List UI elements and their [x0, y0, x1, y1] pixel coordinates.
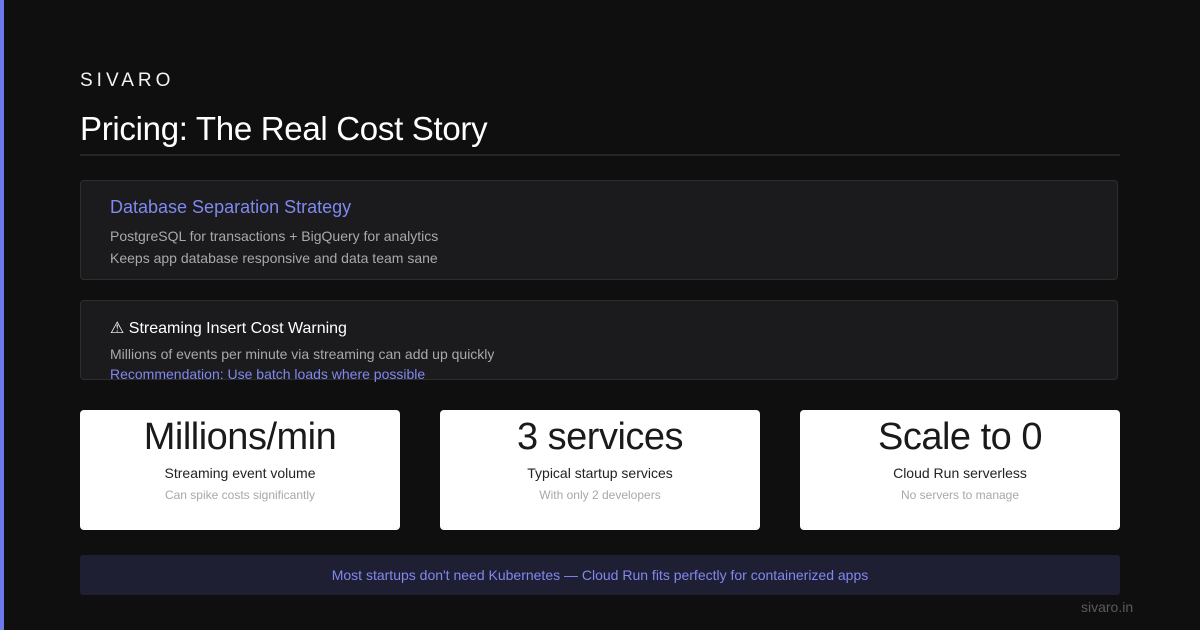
card-line: PostgreSQL for transactions + BigQuery f… [110, 228, 439, 244]
stat-label: Cloud Run serverless [893, 465, 1027, 481]
stat-card-scale: Scale to 0 Cloud Run serverless No serve… [800, 410, 1120, 530]
stat-value: Scale to 0 [878, 416, 1043, 458]
stat-card-volume: Millions/min Streaming event volume Can … [80, 410, 400, 530]
stat-subtext: Can spike costs significantly [164, 488, 316, 502]
callout-banner: Most startups don't need Kubernetes — Cl… [80, 555, 1120, 595]
card-line: Keeps app database responsive and data t… [110, 250, 438, 266]
stat-subtext: With only 2 developers [539, 488, 661, 502]
title-divider [80, 154, 1120, 156]
stat-label: Typical startup services [527, 465, 673, 481]
recommendation-text: Recommendation: Use batch loads where po… [110, 366, 426, 382]
stat-subtext: No servers to manage [900, 488, 1020, 502]
stat-card-services: 3 services Typical startup services With… [440, 410, 760, 530]
streaming-warning-card: ⚠ Streaming Insert Cost Warning Millions… [80, 300, 1118, 382]
stat-value: 3 services [516, 416, 684, 458]
card-title: Database Separation Strategy [110, 197, 352, 217]
card-title: ⚠ Streaming Insert Cost Warning [110, 320, 347, 337]
brand-logo-text: SIVARO [80, 70, 175, 91]
page-title: Pricing: The Real Cost Story [80, 110, 488, 147]
card-line: Millions of events per minute via stream… [110, 346, 495, 362]
stat-label: Streaming event volume [164, 465, 316, 481]
database-strategy-card: Database Separation Strategy PostgreSQL … [80, 180, 1118, 280]
footer-url: sivaro.in [1081, 599, 1134, 615]
stat-value: Millions/min [143, 416, 337, 458]
left-accent-bar [0, 0, 4, 630]
